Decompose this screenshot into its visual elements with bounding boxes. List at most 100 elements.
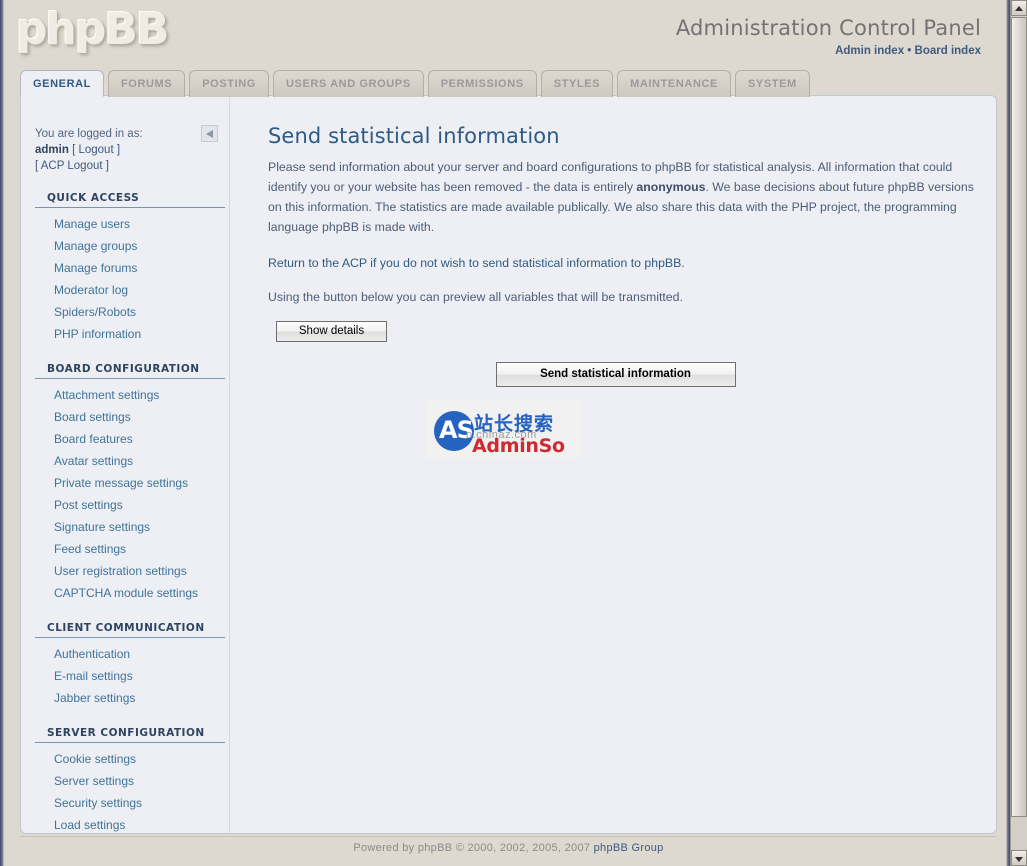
header-link-separator: • [907, 45, 912, 57]
sidebar-item-label[interactable]: Board features [35, 428, 225, 450]
sidebar-item-php-information[interactable]: PHP information [35, 323, 225, 345]
sidebar-item-label[interactable]: Signature settings [35, 516, 225, 538]
acp-logout-row: [ ACP Logout ] [35, 158, 215, 174]
sidebar-item-label[interactable]: User registration settings [35, 560, 225, 582]
sidebar: You are logged in as: admin [ Logout ] [… [21, 96, 230, 833]
acp-logout-link[interactable]: [ ACP Logout ] [35, 160, 109, 172]
logged-in-prefix: You are logged in as: [35, 128, 143, 140]
sidebar-item-label[interactable]: Manage groups [35, 235, 225, 257]
page-left-edge-accent [0, 0, 4, 866]
sidebar-item-email-settings[interactable]: E-mail settings [35, 665, 225, 687]
browser-viewport: phpBB Administration Control Panel Admin… [0, 0, 1027, 866]
sidebar-group-title: BOARD CONFIGURATION [35, 363, 225, 379]
sidebar-group-client-communication: CLIENT COMMUNICATION Authentication E-ma… [35, 622, 225, 709]
adminso-watermark: AS 站长搜索 n.chinaz.com AdminSo [426, 401, 580, 459]
sidebar-item-jabber-settings[interactable]: Jabber settings [35, 687, 225, 709]
tab-maintenance[interactable]: MAINTENANCE [617, 70, 731, 97]
sidebar-item-label[interactable]: Post settings [35, 494, 225, 516]
sidebar-item-moderator-log[interactable]: Moderator log [35, 279, 225, 301]
page-header: phpBB Administration Control Panel Admin… [0, 0, 1010, 68]
acp-panel: You are logged in as: admin [ Logout ] [… [20, 95, 997, 834]
sidebar-item-label[interactable]: Attachment settings [35, 384, 225, 406]
tab-permissions[interactable]: PERMISSIONS [427, 70, 537, 97]
intro-paragraph: Please send information about your serve… [268, 157, 987, 237]
sidebar-item-label[interactable]: Private message settings [35, 472, 225, 494]
logged-in-block: You are logged in as: admin [ Logout ] [… [35, 126, 215, 174]
sidebar-item-manage-users[interactable]: Manage users [35, 213, 225, 235]
tab-posting[interactable]: POSTING [189, 70, 269, 97]
board-index-link[interactable]: Board index [915, 45, 981, 57]
sidebar-item-user-registration-settings[interactable]: User registration settings [35, 560, 225, 582]
phpbb-group-link[interactable]: phpBB Group [594, 842, 664, 854]
tab-general[interactable]: GENERAL [20, 70, 104, 97]
sidebar-collapse-button[interactable] [201, 125, 218, 142]
sidebar-group-list: Attachment settings Board settings Board… [35, 380, 225, 604]
sidebar-item-label[interactable]: PHP information [35, 323, 225, 345]
page-body: phpBB Administration Control Panel Admin… [0, 0, 1010, 866]
sidebar-item-label[interactable]: Authentication [35, 643, 225, 665]
sidebar-item-attachment-settings[interactable]: Attachment settings [35, 384, 225, 406]
page-footer: Powered by phpBB © 2000, 2002, 2005, 200… [20, 842, 997, 854]
sidebar-group-title: QUICK ACCESS [35, 192, 225, 208]
return-to-acp-paragraph[interactable]: Return to the ACP if you do not wish to … [268, 253, 987, 273]
show-details-button[interactable]: Show details [276, 321, 387, 342]
return-to-acp-link[interactable]: Return to the ACP if you do not wish to … [268, 256, 685, 270]
sidebar-group-list: Cookie settings Server settings Security… [35, 744, 225, 833]
sidebar-item-signature-settings[interactable]: Signature settings [35, 516, 225, 538]
sidebar-item-label[interactable]: Manage forums [35, 257, 225, 279]
sidebar-item-label[interactable]: Moderator log [35, 279, 225, 301]
triangle-up-icon [1015, 6, 1023, 11]
preview-hint-paragraph: Using the button below you can preview a… [268, 290, 683, 304]
sidebar-item-label[interactable]: Spiders/Robots [35, 301, 225, 323]
sidebar-item-captcha-module-settings[interactable]: CAPTCHA module settings [35, 582, 225, 604]
sidebar-item-load-settings[interactable]: Load settings [35, 814, 225, 833]
admin-index-link[interactable]: Admin index [835, 45, 904, 57]
sidebar-group-list: Authentication E-mail settings Jabber se… [35, 639, 225, 709]
sidebar-item-board-settings[interactable]: Board settings [35, 406, 225, 428]
header-nav-links: Admin index • Board index [676, 45, 981, 57]
sidebar-item-server-settings[interactable]: Server settings [35, 770, 225, 792]
sidebar-item-private-message-settings[interactable]: Private message settings [35, 472, 225, 494]
sidebar-group-board-configuration: BOARD CONFIGURATION Attachment settings … [35, 363, 225, 604]
logout-link[interactable]: [ Logout ] [72, 144, 120, 156]
sidebar-item-label[interactable]: Server settings [35, 770, 225, 792]
tab-forums[interactable]: FORUMS [107, 70, 186, 97]
send-statistical-information-button[interactable]: Send statistical information [495, 362, 736, 387]
sidebar-item-manage-groups[interactable]: Manage groups [35, 235, 225, 257]
scroll-down-button[interactable] [1011, 850, 1027, 866]
sidebar-item-spiders-robots[interactable]: Spiders/Robots [35, 301, 225, 323]
sidebar-item-manage-forums[interactable]: Manage forums [35, 257, 225, 279]
content-area: Send statistical information Please send… [231, 96, 996, 833]
sidebar-item-label[interactable]: Cookie settings [35, 748, 225, 770]
sidebar-item-label[interactable]: Security settings [35, 792, 225, 814]
sidebar-group-list: Manage users Manage groups Manage forums… [35, 209, 225, 345]
footer-text: Powered by phpBB © 2000, 2002, 2005, 200… [353, 842, 594, 854]
sidebar-item-security-settings[interactable]: Security settings [35, 792, 225, 814]
browser-vertical-scrollbar[interactable] [1010, 0, 1027, 866]
sidebar-item-authentication[interactable]: Authentication [35, 643, 225, 665]
sidebar-item-label[interactable]: Jabber settings [35, 687, 225, 709]
sidebar-item-feed-settings[interactable]: Feed settings [35, 538, 225, 560]
sidebar-item-label[interactable]: Board settings [35, 406, 225, 428]
tab-users-and-groups[interactable]: USERS AND GROUPS [272, 70, 424, 97]
tab-system[interactable]: SYSTEM [734, 70, 810, 97]
sidebar-item-label[interactable]: CAPTCHA module settings [35, 582, 225, 604]
scrollbar-thumb[interactable] [1011, 17, 1027, 817]
sidebar-item-label[interactable]: Load settings [35, 814, 225, 833]
scroll-up-button[interactable] [1011, 0, 1027, 16]
triangle-left-icon [206, 129, 213, 138]
sidebar-group-title: SERVER CONFIGURATION [35, 727, 225, 743]
sidebar-group-server-configuration: SERVER CONFIGURATION Cookie settings Ser… [35, 727, 225, 833]
content-heading: Send statistical information [268, 124, 560, 148]
sidebar-item-post-settings[interactable]: Post settings [35, 494, 225, 516]
sidebar-item-label[interactable]: E-mail settings [35, 665, 225, 687]
sidebar-item-label[interactable]: Avatar settings [35, 450, 225, 472]
sidebar-item-board-features[interactable]: Board features [35, 428, 225, 450]
watermark-brand: AdminSo [472, 435, 565, 457]
sidebar-item-label[interactable]: Manage users [35, 213, 225, 235]
logged-in-user-row: admin [ Logout ] [35, 142, 215, 158]
sidebar-item-label[interactable]: Feed settings [35, 538, 225, 560]
sidebar-item-avatar-settings[interactable]: Avatar settings [35, 450, 225, 472]
sidebar-item-cookie-settings[interactable]: Cookie settings [35, 748, 225, 770]
tab-styles[interactable]: STYLES [540, 70, 614, 97]
